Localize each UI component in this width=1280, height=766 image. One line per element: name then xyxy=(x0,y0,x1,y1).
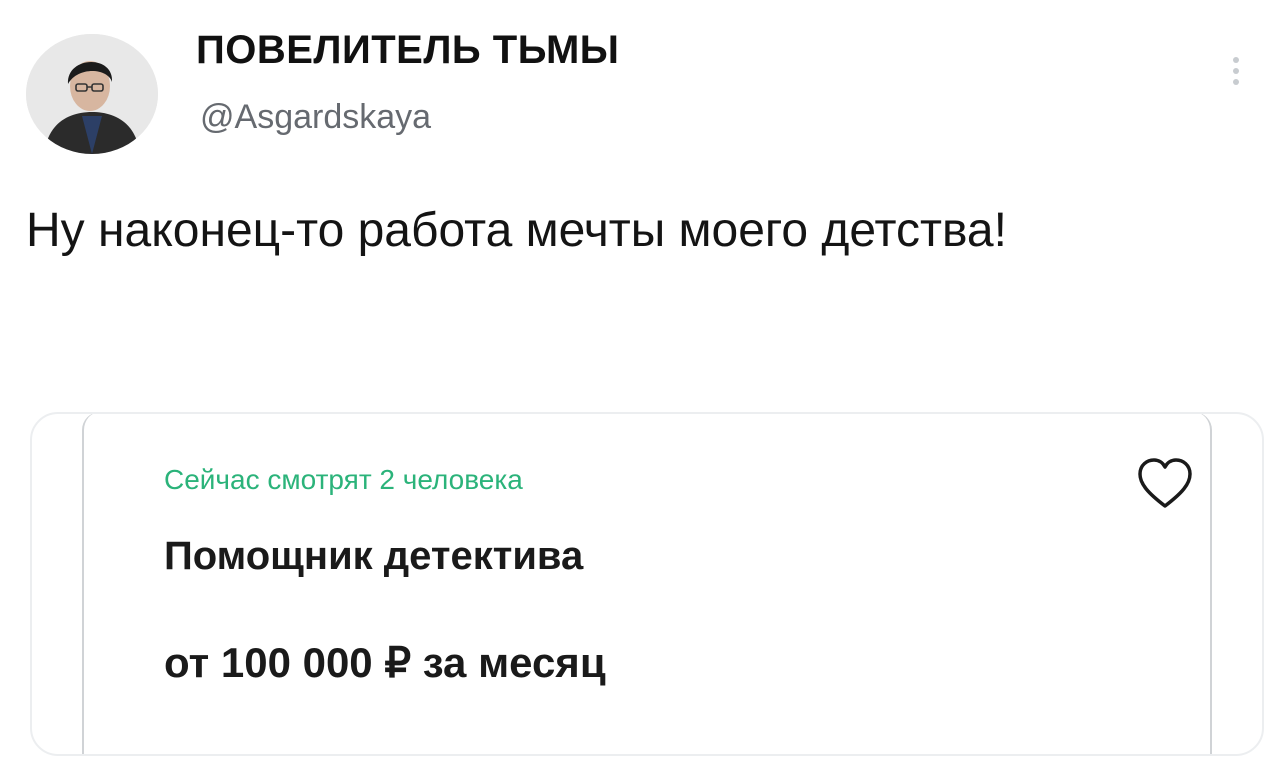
heart-icon[interactable] xyxy=(1136,456,1194,510)
tweet: ПОВЕЛИТЕЛЬ ТЬМЫ @Asgardskaya Ну наконец-… xyxy=(0,0,1280,766)
attached-image-card[interactable]: Сейчас смотрят 2 человека Помощник детек… xyxy=(30,412,1264,756)
display-name[interactable]: ПОВЕЛИТЕЛЬ ТЬМЫ xyxy=(196,26,619,74)
vacancy-card: Сейчас смотрят 2 человека Помощник детек… xyxy=(82,414,1212,754)
avatar[interactable] xyxy=(26,34,158,154)
salary: от 100 000 ₽ за месяц xyxy=(164,639,606,686)
user-handle[interactable]: @Asgardskaya xyxy=(200,96,431,138)
user-avatar-icon xyxy=(26,34,158,154)
more-vertical-icon[interactable] xyxy=(1224,52,1248,100)
job-title: Помощник детектива xyxy=(164,534,584,578)
viewers-count: Сейчас смотрят 2 человека xyxy=(164,464,523,495)
tweet-text: Ну наконец-то работа мечты моего детства… xyxy=(26,204,1007,257)
